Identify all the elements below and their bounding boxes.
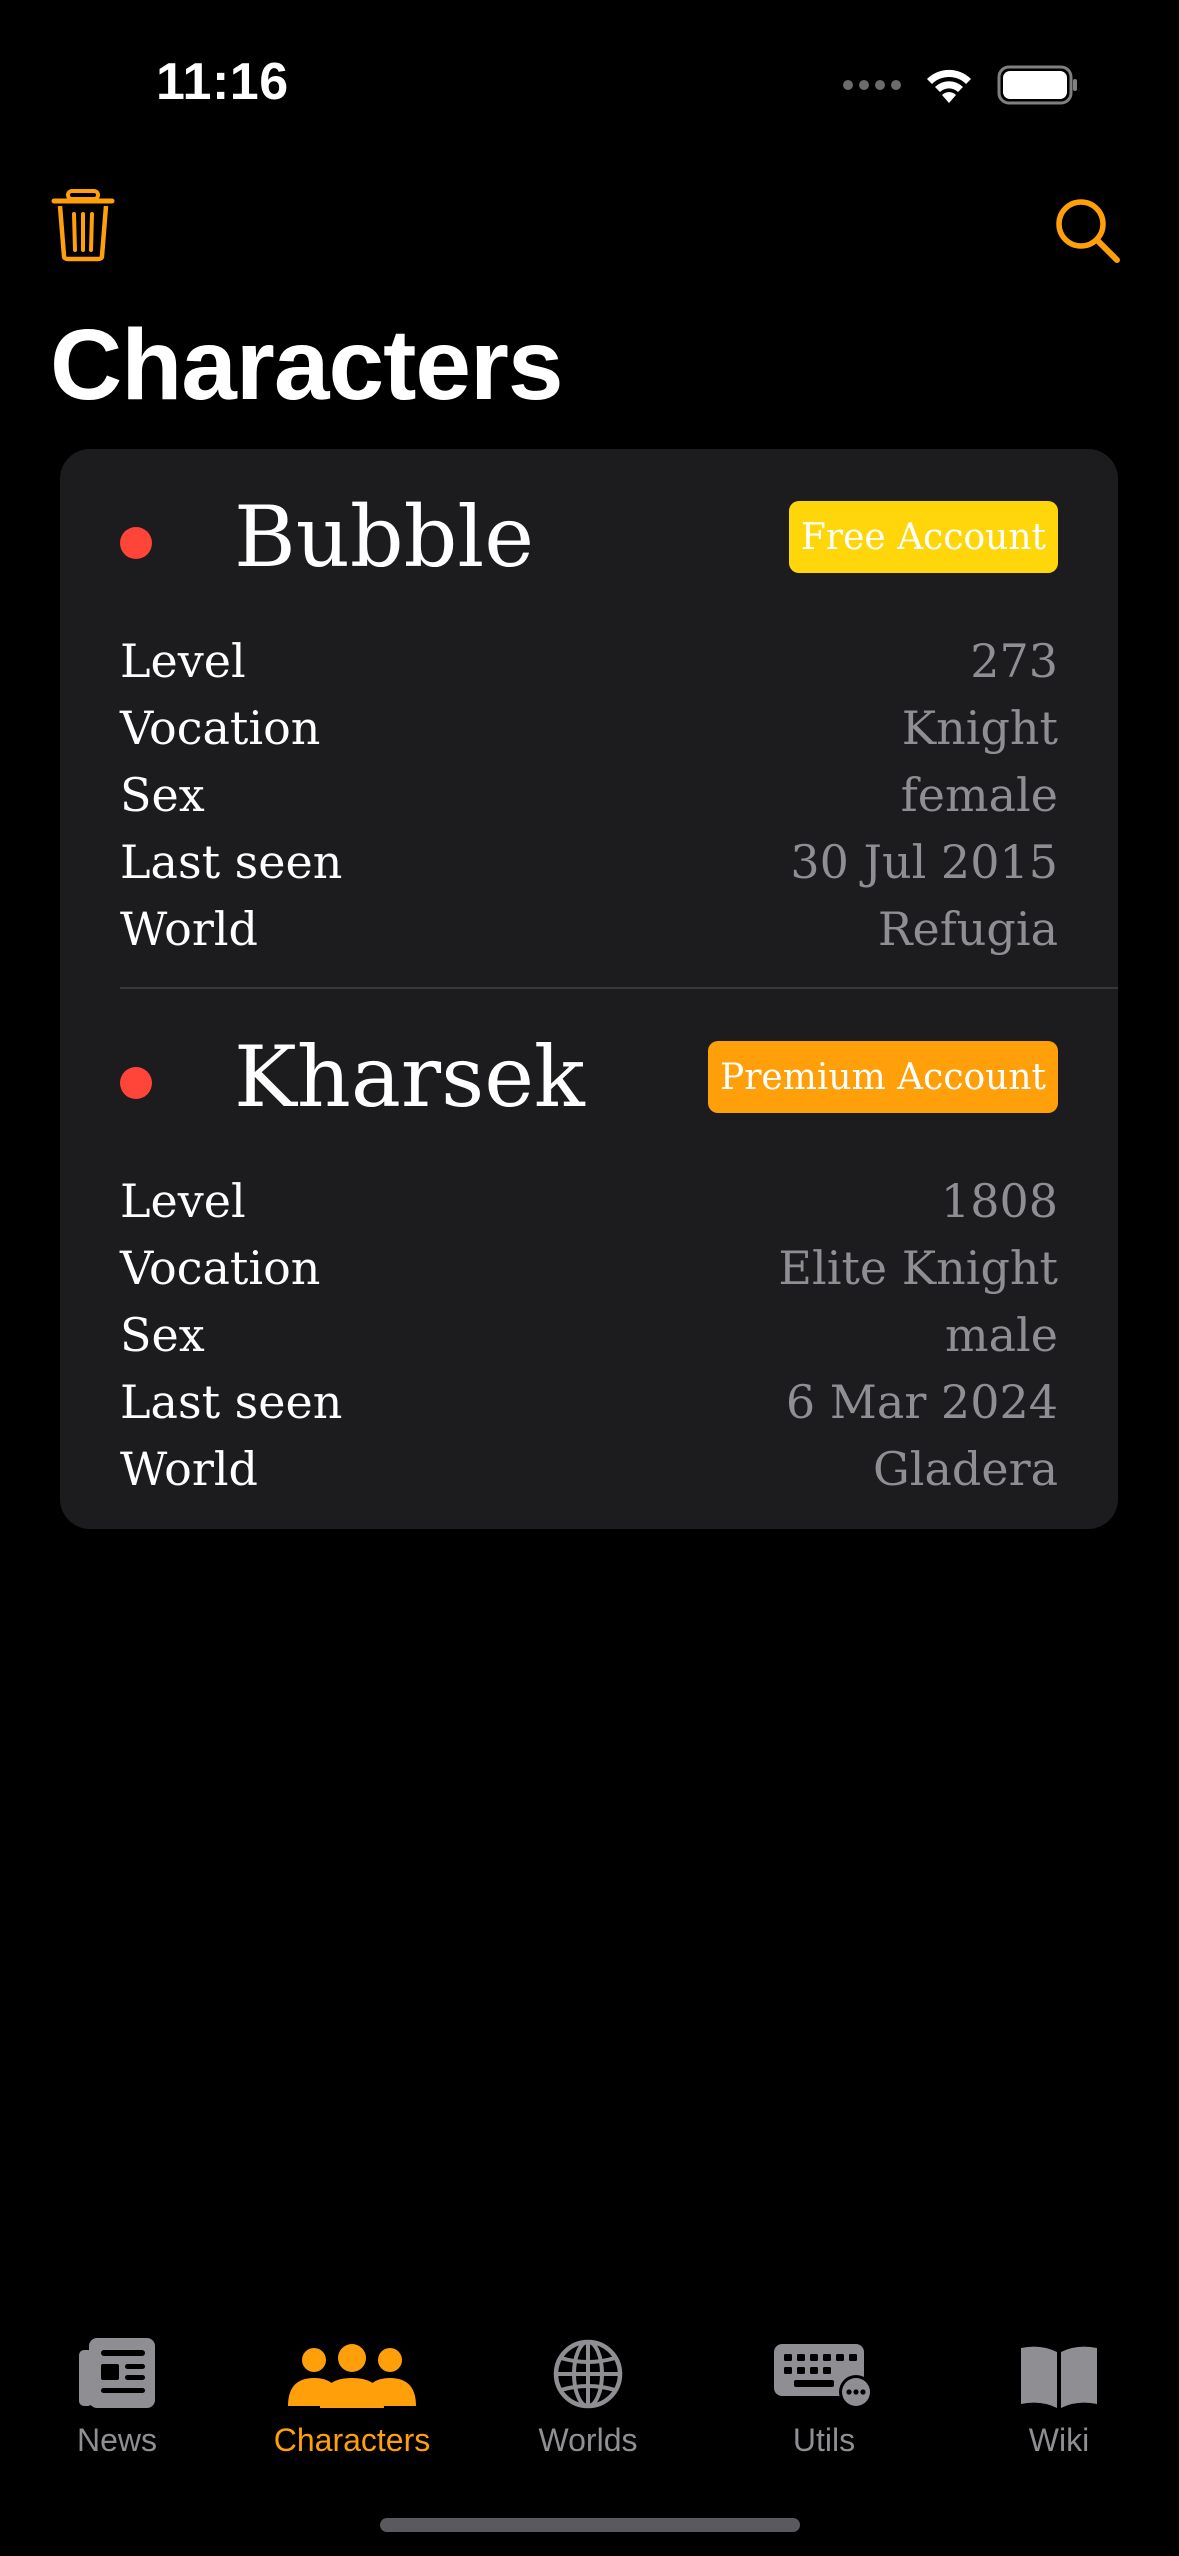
tab-label: Characters — [273, 2422, 431, 2458]
detail-label: Last seen — [120, 1374, 343, 1429]
cellular-signal-icon — [843, 80, 901, 90]
status-icons — [843, 60, 1079, 110]
status-time: 11:16 — [156, 53, 289, 111]
character-details: Level 1808 Vocation Elite Knight Sex mal… — [120, 1167, 1058, 1502]
people-icon — [288, 2344, 416, 2408]
detail-value: male — [945, 1307, 1058, 1362]
detail-value: 6 Mar 2024 — [785, 1374, 1058, 1429]
detail-row-last-seen: Last seen 30 Jul 2015 — [120, 828, 1058, 895]
tab-label: Worlds — [538, 2422, 638, 2458]
tab-worlds[interactable]: Worlds — [488, 2320, 688, 2470]
detail-row-vocation: Vocation Knight — [120, 694, 1058, 761]
detail-row-world: World Refugia — [120, 895, 1058, 962]
detail-value: Gladera — [873, 1441, 1058, 1496]
online-status-dot — [120, 527, 152, 559]
character-row[interactable]: Kharsek Premium Account Level 1808 Vocat… — [60, 1019, 1118, 1519]
characters-list: Bubble Free Account Level 273 Vocation K… — [60, 449, 1118, 1529]
detail-row-sex: Sex female — [120, 761, 1058, 828]
detail-value: Elite Knight — [778, 1240, 1058, 1295]
tab-label: News — [76, 2422, 157, 2458]
detail-label: World — [120, 901, 258, 956]
detail-value: 1808 — [940, 1173, 1058, 1228]
home-indicator[interactable] — [380, 2518, 800, 2532]
newspaper-icon — [79, 2338, 155, 2408]
trash-icon — [51, 189, 115, 262]
globe-icon — [553, 2339, 623, 2409]
detail-label: Sex — [120, 1307, 205, 1362]
character-name: Kharsek — [234, 1028, 585, 1126]
row-divider — [120, 987, 1118, 989]
wifi-icon — [927, 69, 971, 103]
battery-icon — [997, 65, 1077, 105]
search-icon — [1056, 199, 1120, 263]
detail-value: Knight — [901, 700, 1058, 755]
account-badge: Premium Account — [708, 1041, 1058, 1113]
detail-row-level: Level 1808 — [120, 1167, 1058, 1234]
detail-value: 273 — [970, 633, 1058, 688]
detail-label: Vocation — [120, 1240, 321, 1295]
detail-row-world: World Gladera — [120, 1435, 1058, 1502]
detail-label: Last seen — [120, 834, 343, 889]
tab-label: Wiki — [1028, 2422, 1090, 2458]
character-header: Bubble Free Account — [120, 479, 1118, 599]
account-badge: Free Account — [788, 501, 1058, 573]
character-row[interactable]: Bubble Free Account Level 273 Vocation K… — [60, 479, 1118, 979]
screen: 11:16 Characters Bubble Free Account Lev… — [0, 0, 1179, 2556]
character-name: Bubble — [234, 488, 534, 586]
detail-label: World — [120, 1441, 258, 1496]
detail-row-level: Level 273 — [120, 627, 1058, 694]
detail-value: 30 Jul 2015 — [790, 834, 1058, 889]
detail-row-vocation: Vocation Elite Knight — [120, 1234, 1058, 1301]
detail-value: Refugia — [877, 901, 1058, 956]
tab-label: Utils — [792, 2422, 856, 2458]
detail-label: Level — [120, 1173, 246, 1228]
tab-characters[interactable]: Characters — [252, 2320, 452, 2470]
search-button[interactable] — [1051, 194, 1123, 266]
detail-label: Vocation — [120, 700, 321, 755]
keyboard-icon — [774, 2344, 873, 2409]
tab-utils[interactable]: Utils — [724, 2320, 924, 2470]
trash-button[interactable] — [50, 188, 116, 262]
character-header: Kharsek Premium Account — [120, 1019, 1118, 1139]
book-icon — [1021, 2346, 1097, 2408]
detail-row-sex: Sex male — [120, 1301, 1058, 1368]
detail-label: Sex — [120, 767, 205, 822]
detail-row-last-seen: Last seen 6 Mar 2024 — [120, 1368, 1058, 1435]
character-details: Level 273 Vocation Knight Sex female Las… — [120, 627, 1058, 962]
detail-value: female — [900, 767, 1058, 822]
detail-label: Level — [120, 633, 246, 688]
tab-news[interactable]: News — [17, 2320, 217, 2470]
tab-wiki[interactable]: Wiki — [959, 2320, 1159, 2470]
online-status-dot — [120, 1067, 152, 1099]
page-title: Characters — [50, 309, 564, 421]
